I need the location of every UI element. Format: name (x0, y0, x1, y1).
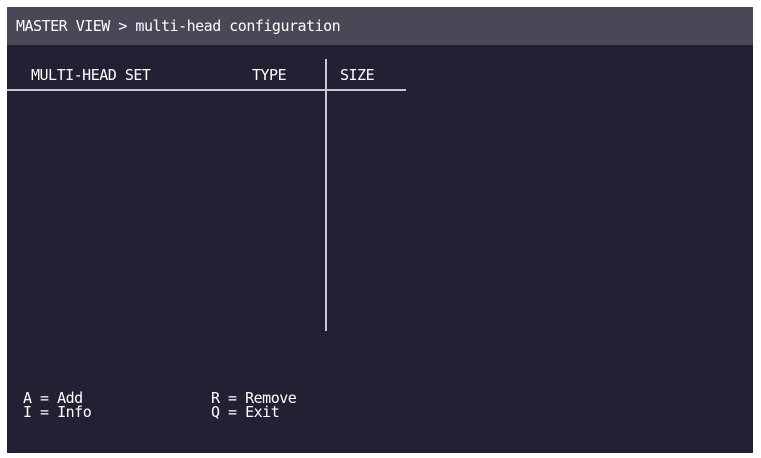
column-header-type: TYPE (252, 66, 287, 84)
multi-head-list[interactable] (7, 91, 406, 331)
title-bar: MASTER VIEW > multi-head configuration (7, 7, 753, 45)
key-hints: A = Add I = Info R = Remove Q = Exit (23, 390, 523, 430)
breadcrumb-title: MASTER VIEW > multi-head configuration (16, 17, 341, 35)
terminal-screen: MASTER VIEW > multi-head configuration M… (7, 7, 753, 453)
column-header-multi-head-set: MULTI-HEAD SET (31, 66, 151, 84)
hint-exit: Q = Exit (211, 403, 280, 421)
column-header-size: SIZE (340, 66, 375, 84)
hint-info: I = Info (23, 403, 92, 421)
